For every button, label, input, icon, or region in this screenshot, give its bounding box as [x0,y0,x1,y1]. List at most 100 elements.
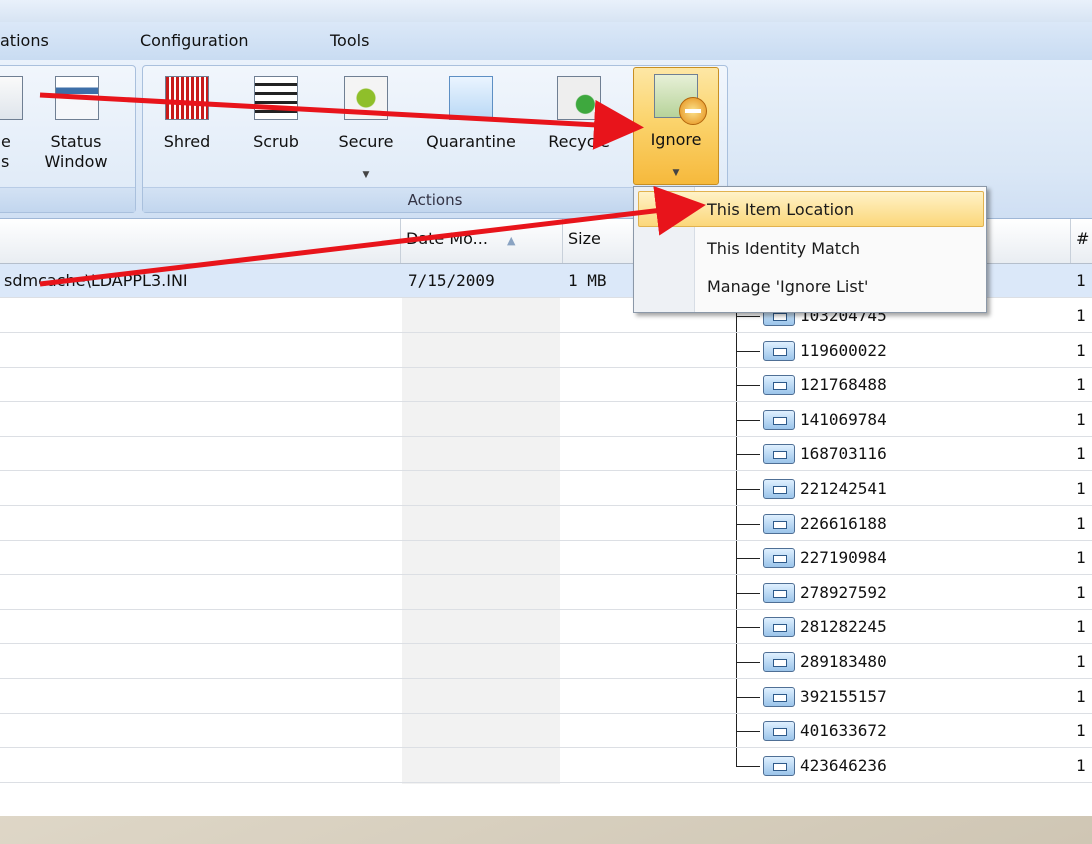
table-row[interactable]: 278927592 1 [0,576,1092,610]
tree-branch-line [736,419,760,421]
tree-node-label: 141069784 [800,409,887,429]
row-count: 1 [1076,755,1086,775]
shred-icon [165,76,209,120]
table-row[interactable]: 141069784 1 [0,403,1092,437]
column-header-size[interactable]: Size [568,229,601,248]
row-count: 1 [1076,375,1086,395]
row-count: 1 [1076,686,1086,706]
tree-node-label: 226616188 [800,513,887,533]
menu-bar: ations Configuration Tools [0,22,1092,61]
menu-item-this-identity-match[interactable]: This Identity Match [634,231,986,267]
row-count: 1 [1076,513,1086,533]
table-row[interactable]: 221242541 1 [0,472,1092,506]
ribbon-group-view-label [0,187,135,212]
secure-button[interactable]: Secure ▼ [333,70,399,186]
table-row[interactable]: 226616188 1 [0,507,1092,541]
tree-node-label: 119600022 [800,340,887,360]
status-window-button[interactable]: Status Window [31,70,121,186]
results-list: sdmcache\LDAPPL3.INI 7/15/2009 1 MB 1 10… [0,264,1092,784]
column-header-date-modified[interactable]: Date Mo... ▲ [406,229,515,248]
ignore-label: Ignore [650,130,702,149]
record-icon [763,375,795,396]
status-window-label-1: Status [50,132,102,151]
app-window: ations Configuration Tools e s Status Wi… [0,0,1092,816]
recycle-label: Recycle [548,132,610,151]
chevron-down-icon: ▼ [672,168,680,178]
table-row[interactable]: 281282245 1 [0,610,1092,645]
minus-badge-icon [679,97,707,125]
tree-node-label: 168703116 [800,444,887,464]
status-window-label-2: Window [44,152,108,171]
record-icon [763,513,795,534]
ignore-icon [654,74,707,125]
tree-branch-line [736,765,760,767]
table-row[interactable]: 392155157 1 [0,680,1092,714]
menu-configuration[interactable]: Configuration [140,31,249,50]
sort-ascending-icon: ▲ [507,234,516,247]
tree-branch-line [736,696,760,698]
table-row[interactable]: 289183480 1 [0,645,1092,679]
ignore-dropdown-menu: This Item Location This Identity Match M… [633,186,987,313]
record-icon [763,721,795,742]
ribbon-group-view: e s Status Window [0,65,136,213]
shred-label: Shred [163,132,211,151]
recycle-button[interactable]: Recycle [533,70,625,186]
row-count: 1 [1076,409,1086,429]
hidden-button-label-1: e [1,132,11,151]
ribbon-button-hidden[interactable]: e s [0,70,25,186]
tree-branch-line [736,489,760,490]
file-size: 1 MB [568,271,607,290]
recycle-icon [557,76,601,120]
tree-node-label: 289183480 [800,652,887,671]
tree-branch-line [736,385,760,387]
tree-branch-line [736,558,760,560]
title-bar [0,0,1092,22]
tree-node-label: 281282245 [800,617,887,637]
secure-label: Secure [338,132,394,151]
column-header-count[interactable]: # [1076,229,1089,248]
record-icon [763,444,795,465]
row-count: 1 [1076,548,1086,568]
row-count: 1 [1076,479,1086,498]
menu-item-manage-ignore-list[interactable]: Manage 'Ignore List' [634,269,986,305]
file-count: 1 [1076,271,1086,290]
table-row[interactable]: 119600022 1 [0,334,1092,368]
file-path: sdmcache\LDAPPL3.INI [4,271,188,290]
record-icon [763,686,795,707]
tree-branch-line [736,731,760,733]
quarantine-label: Quarantine [426,132,516,151]
table-row[interactable]: 168703116 1 [0,437,1092,472]
ignore-button[interactable]: Ignore ▼ [633,67,719,185]
row-count: 1 [1076,617,1086,637]
scrub-icon [254,76,298,120]
row-count: 1 [1076,721,1086,741]
quarantine-icon [449,76,493,120]
window-icon [0,76,23,120]
tree-node-label: 221242541 [800,479,887,498]
tree-branch-line [736,627,760,629]
scrub-button[interactable]: Scrub [247,70,305,186]
tree-node-label: 278927592 [800,582,887,602]
menu-operations[interactable]: ations [0,31,49,50]
secure-icon [344,76,388,120]
tree-branch-line [736,316,760,317]
table-row[interactable]: 401633672 1 [0,714,1092,749]
quarantine-button[interactable]: Quarantine [413,70,529,186]
menu-tools[interactable]: Tools [330,31,369,50]
row-count: 1 [1076,582,1086,602]
shred-button[interactable]: Shred [159,70,215,186]
tree-node-label: 423646236 [800,755,887,775]
table-row[interactable]: 121768488 1 [0,368,1092,403]
row-count: 1 [1076,340,1086,360]
menu-item-this-item-location[interactable]: This Item Location [638,191,984,227]
chevron-down-icon: ▼ [362,170,370,180]
tree-node-label: 401633672 [800,721,887,741]
tree-branch-line [736,592,760,594]
row-count: 1 [1076,444,1086,464]
table-row[interactable]: 423646236 1 [0,749,1092,783]
scrub-label: Scrub [253,132,299,151]
hidden-button-label-2: s [1,152,10,171]
table-row[interactable]: 227190984 1 [0,541,1092,576]
record-icon [763,617,795,638]
tree-node-label: 227190984 [800,548,887,568]
